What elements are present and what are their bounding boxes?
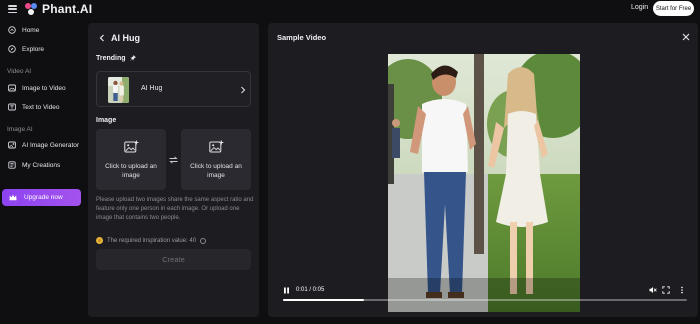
trending-heading: Trending (96, 55, 136, 62)
video-time: 0:01 / 0:05 (296, 287, 325, 293)
trending-label: Trending (96, 55, 126, 62)
sidebar-item-home[interactable]: Home (0, 22, 86, 38)
trending-item-name: AI Hug (141, 85, 163, 92)
more-options-icon[interactable] (678, 286, 686, 294)
sidebar-item-label: Home (22, 26, 40, 34)
upgrade-button[interactable]: Upgrade now (2, 189, 81, 206)
sidebar-item-my-creations[interactable]: My Creations (0, 157, 86, 173)
chevron-right-icon (241, 86, 246, 94)
upload-hint: Please upload two images share the same … (96, 197, 254, 221)
video-progress-fill (283, 299, 364, 301)
section-video-ai: Video AI (7, 68, 32, 75)
upgrade-label: Upgrade now (24, 194, 63, 201)
create-button[interactable]: Create (96, 249, 251, 270)
pin-icon (129, 55, 136, 61)
upload-slot-2[interactable]: Click to upload an image (181, 129, 251, 190)
sample-video[interactable] (388, 54, 580, 312)
image-gen-icon (8, 141, 16, 149)
video-panel-title: Sample Video (277, 33, 327, 42)
upload-slot-1[interactable]: Click to upload an image (96, 129, 166, 190)
upload-slot-label: Click to upload an image (105, 163, 157, 179)
video-progress-bar[interactable] (283, 299, 687, 301)
sidebar-item-label: Text to Video (22, 103, 60, 111)
trending-thumbnail (108, 77, 129, 103)
top-bar: Phant.AI Login Start for Free (0, 0, 700, 18)
sidebar-item-label: Explore (22, 45, 45, 53)
sidebar-item-label: My Creations (22, 161, 61, 169)
logo[interactable]: Phant.AI (25, 2, 92, 16)
video-controls: 0:01 / 0:05 (278, 284, 692, 309)
swap-icon[interactable] (169, 156, 178, 164)
back-chevron-icon[interactable] (98, 34, 106, 42)
pause-icon[interactable] (283, 287, 290, 294)
image-video-icon (8, 84, 16, 92)
compass-icon (8, 45, 16, 53)
ai-hug-panel: AI Hug Trending AI Hug Image Click to up… (88, 23, 259, 317)
text-video-icon (8, 103, 16, 111)
sidebar-item-image-to-video[interactable]: Image to Video (0, 80, 86, 96)
requirement-text: The required inspiration value: 40 (107, 237, 197, 244)
logo-icon (25, 2, 38, 16)
upload-slot-label: Click to upload an image (190, 163, 242, 179)
image-upload-icon (124, 140, 139, 153)
creations-icon (8, 161, 16, 169)
sidebar-item-ai-image-generator[interactable]: AI Image Generator (0, 137, 86, 153)
panel-title: AI Hug (111, 33, 140, 43)
inspiration-requirement: The required inspiration value: 40 (96, 237, 207, 244)
section-image-ai: Image AI (7, 126, 33, 133)
image-upload-icon (209, 140, 224, 153)
home-icon (8, 26, 16, 34)
sample-video-panel: Sample Video 0:01 / 0:05 (268, 23, 698, 317)
sidebar-item-text-to-video[interactable]: Text to Video (0, 99, 86, 115)
coin-icon (96, 237, 103, 244)
brand-name: Phant.AI (42, 2, 93, 16)
image-heading: Image (96, 117, 117, 124)
fullscreen-icon[interactable] (662, 286, 670, 294)
login-link[interactable]: Login (631, 4, 648, 11)
close-icon[interactable] (682, 33, 690, 41)
start-free-button[interactable]: Start for Free (653, 1, 694, 16)
sidebar-item-label: AI Image Generator (22, 141, 80, 149)
trending-item-ai-hug[interactable]: AI Hug (96, 71, 251, 107)
menu-icon[interactable] (8, 5, 17, 13)
video-frame-image (388, 54, 580, 312)
sidebar: Home Explore Video AI Image to Video Tex… (0, 18, 86, 324)
mute-icon[interactable] (649, 286, 657, 294)
sidebar-item-label: Image to Video (22, 84, 66, 92)
info-icon[interactable] (200, 237, 207, 244)
sidebar-item-explore[interactable]: Explore (0, 41, 86, 57)
crown-icon (9, 194, 17, 201)
